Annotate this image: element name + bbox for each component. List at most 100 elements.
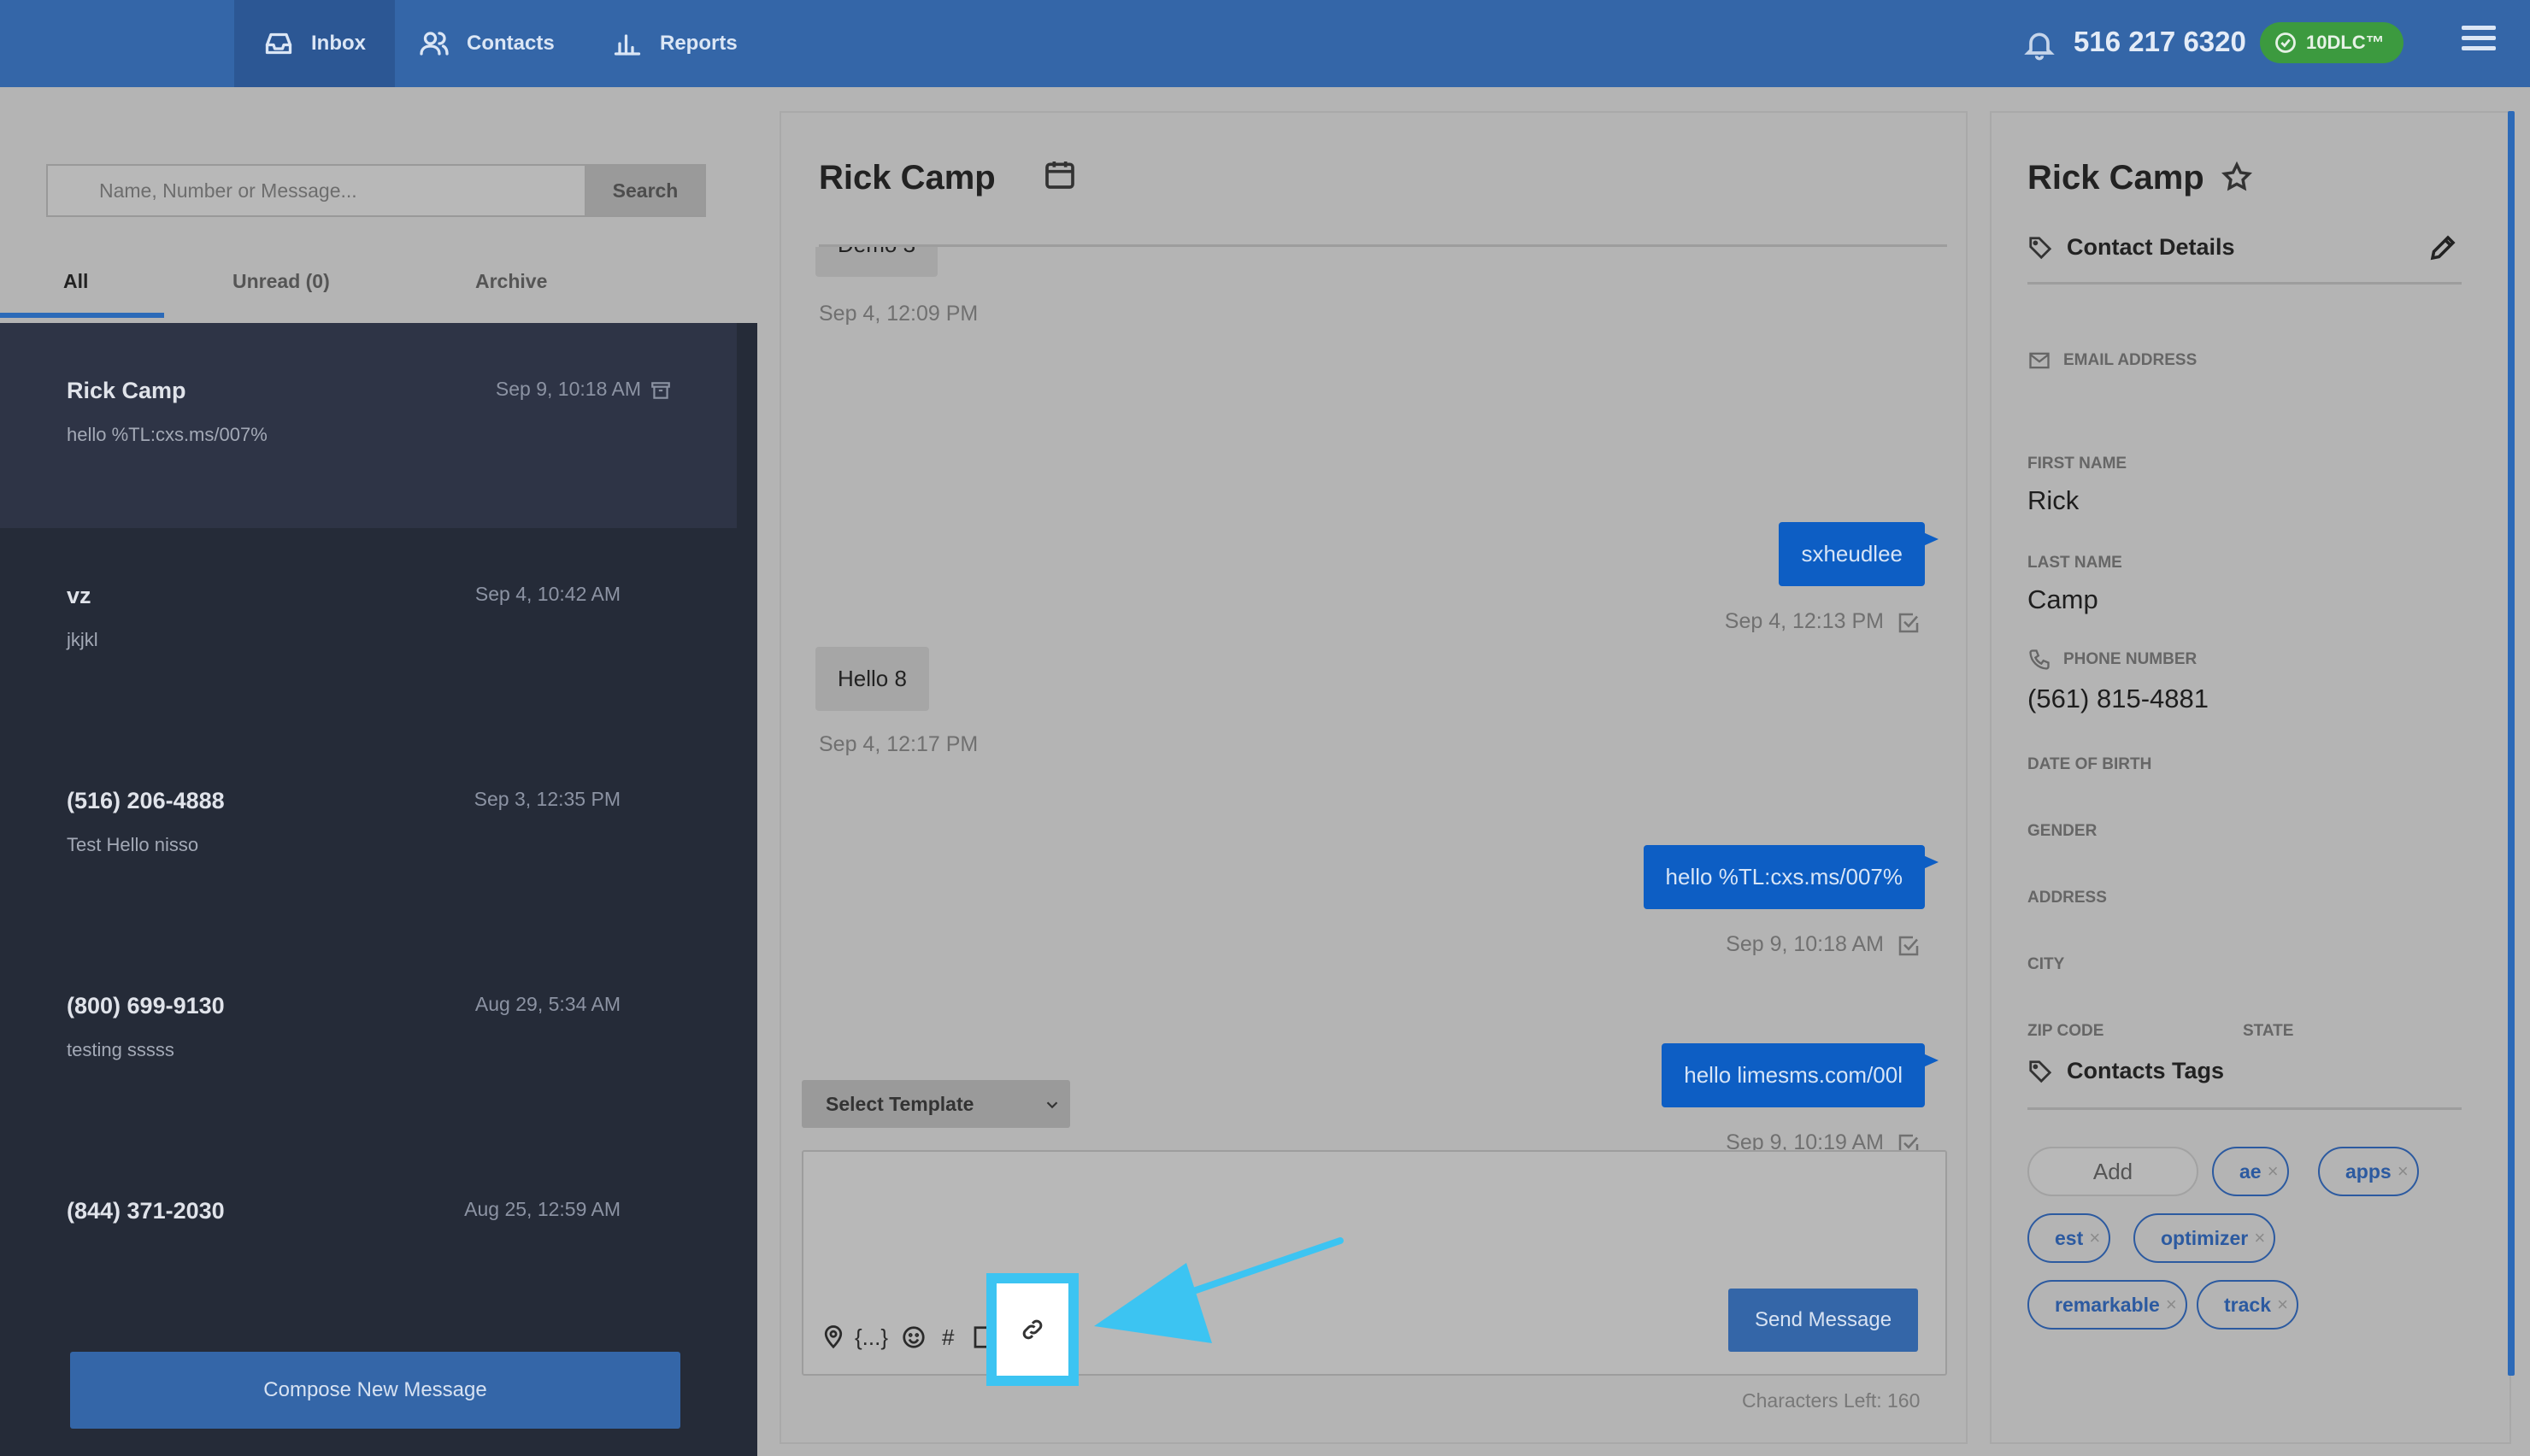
tag-chip[interactable]: remarkable × [2027, 1280, 2187, 1330]
nav-contacts-label: Contacts [467, 32, 555, 55]
contact-panel: Rick Camp Contact Details EMAIL ADDRESS … [1990, 111, 2511, 1444]
conversation-time: Aug 25, 12:59 AM [464, 1198, 621, 1220]
characters-left: Characters Left: 160 [1742, 1389, 1921, 1412]
remove-tag-icon[interactable]: × [2254, 1227, 2265, 1249]
nav-inbox[interactable]: Inbox [234, 0, 395, 87]
bell-icon [2024, 32, 2055, 61]
address-label: ADDRESS [2027, 889, 2107, 907]
message-bubble-incoming: Demo 3 [815, 247, 938, 277]
message-time: Sep 4, 12:09 PM [819, 302, 979, 326]
send-message-button[interactable]: Send Message [1728, 1289, 1918, 1352]
conversation-item[interactable]: vz Sep 4, 10:42 AM jkjkl [0, 528, 737, 733]
phone-label: PHONE NUMBER [2027, 648, 2197, 672]
phone-value: (561) 815-4881 [2027, 684, 2209, 713]
conversation-preview: hello %TL:cxs.ms/007% [67, 424, 268, 445]
conversation-preview: jkjkl [67, 629, 98, 650]
conversation-list: Rick Camp Sep 9, 10:18 AM hello %TL:cxs.… [0, 323, 757, 1456]
location-pin-icon [824, 1325, 843, 1349]
tag-chip[interactable]: est × [2027, 1213, 2111, 1263]
tag-chip[interactable]: optimizer × [2133, 1213, 2276, 1263]
conversation-item[interactable]: (800) 699-9130 Aug 29, 5:34 AM testing s… [0, 938, 737, 1143]
account-phone-number: 516 217 6320 [2074, 26, 2246, 57]
hamburger-icon-line [2462, 46, 2496, 50]
tag-chip[interactable]: track × [2197, 1280, 2298, 1330]
message-thread: Demo 3 Sep 4, 12:09 PM sxheudlee Sep 4, … [781, 247, 1969, 1165]
city-label: CITY [2027, 955, 2065, 973]
first-name-value: Rick [2027, 485, 2080, 515]
top-bar: Inbox Contacts Reports 516 217 6320 10DL… [0, 0, 2530, 87]
conversation-item[interactable]: (516) 206-4888 Sep 3, 12:35 PM Test Hell… [0, 733, 737, 938]
archive-icon[interactable] [650, 379, 672, 402]
message-time: Sep 4, 12:13 PM [1724, 609, 1884, 633]
nav-contacts[interactable]: Contacts [390, 0, 584, 87]
favorite-button[interactable] [2221, 161, 2253, 193]
dob-label: DATE OF BIRTH [2027, 755, 2152, 773]
email-label: EMAIL ADDRESS [2027, 349, 2197, 373]
hamburger-icon-line [2462, 36, 2496, 40]
delivered-check-icon [1896, 610, 1921, 636]
conversation-name: (516) 206-4888 [67, 788, 225, 813]
section-divider [2027, 282, 2462, 285]
message-input[interactable]: {...} # Send Message [802, 1150, 1947, 1376]
conversation-name: vz [67, 583, 91, 608]
location-button[interactable] [821, 1323, 846, 1352]
edit-contact-button[interactable] [2427, 232, 2458, 263]
section-divider [2027, 1107, 2462, 1110]
tag-chip[interactable]: ae × [2212, 1147, 2289, 1196]
nav-reports[interactable]: Reports [583, 0, 767, 87]
conversation-name: (844) 371-2030 [67, 1198, 225, 1224]
message-bubble-incoming: Hello 8 [815, 647, 929, 711]
delivered-check-icon [1896, 933, 1921, 959]
contact-name: Rick Camp [2027, 159, 2204, 197]
contact-details-header: Contact Details [2027, 234, 2235, 261]
remove-tag-icon[interactable]: × [2089, 1227, 2100, 1249]
tag-chip[interactable]: apps × [2318, 1147, 2419, 1196]
contact-tags-header: Contacts Tags [2027, 1058, 2224, 1084]
search-button[interactable]: Search [585, 164, 706, 217]
calendar-icon [1045, 161, 1074, 189]
message-bubble-outgoing: sxheudlee [1779, 522, 1939, 586]
compose-new-message-button[interactable]: Compose New Message [70, 1352, 680, 1429]
contact-panel-scrollbar[interactable] [2508, 111, 2515, 1376]
conversation-panel: Rick Camp Demo 3 Sep 4, 12:09 PM sxheudl… [780, 111, 1968, 1444]
link-icon [1022, 1319, 1043, 1340]
tab-all[interactable]: All [63, 270, 88, 293]
chevron-down-icon [1046, 1101, 1058, 1109]
hashtag-button[interactable]: # [942, 1323, 954, 1352]
add-tag-input[interactable]: Add [2027, 1147, 2198, 1196]
conversation-name: (800) 699-9130 [67, 993, 225, 1019]
nav-inbox-label: Inbox [311, 32, 366, 55]
first-name-label: FIRST NAME [2027, 455, 2127, 473]
phone-icon [2029, 649, 2050, 670]
message-bubble-outgoing: hello limesms.com/00l [1662, 1043, 1939, 1107]
emoji-button[interactable] [901, 1323, 927, 1352]
schedule-button[interactable] [1043, 157, 1077, 191]
remove-tag-icon[interactable]: × [2277, 1294, 2288, 1316]
tab-archive[interactable]: Archive [475, 270, 547, 293]
search-input[interactable]: Name, Number or Message... [46, 164, 585, 217]
notifications-button[interactable] [2022, 27, 2056, 62]
menu-button[interactable] [2462, 26, 2496, 56]
conversation-item[interactable]: (844) 371-2030 Aug 25, 12:59 AM [0, 1143, 737, 1348]
conversation-item[interactable]: Rick Camp Sep 9, 10:18 AM hello %TL:cxs.… [0, 323, 737, 528]
conversation-time: Sep 9, 10:18 AM [495, 378, 641, 400]
state-label: STATE [2243, 1022, 2294, 1040]
inbox-icon [265, 32, 292, 55]
10dlc-badge-label: 10DLC™ [2306, 32, 2385, 53]
remove-tag-icon[interactable]: × [2268, 1160, 2279, 1183]
nav-reports-label: Reports [660, 32, 738, 55]
placeholder-token-button[interactable]: {...} [855, 1323, 888, 1352]
remove-tag-icon[interactable]: × [2398, 1160, 2409, 1183]
select-template-dropdown[interactable]: Select Template [802, 1080, 1070, 1128]
insert-link-button[interactable] [986, 1273, 1079, 1386]
contact-details-title: Contact Details [2067, 234, 2235, 260]
contacts-icon [420, 32, 449, 56]
last-name-value: Camp [2027, 584, 2098, 614]
pointer-arrow-icon [1094, 1237, 1344, 1343]
star-icon [2221, 161, 2252, 191]
contact-tags-title: Contacts Tags [2067, 1058, 2225, 1083]
conversation-name: Rick Camp [67, 378, 186, 403]
tab-unread[interactable]: Unread (0) [232, 270, 330, 293]
remove-tag-icon[interactable]: × [2166, 1294, 2177, 1316]
reports-icon [614, 34, 641, 56]
